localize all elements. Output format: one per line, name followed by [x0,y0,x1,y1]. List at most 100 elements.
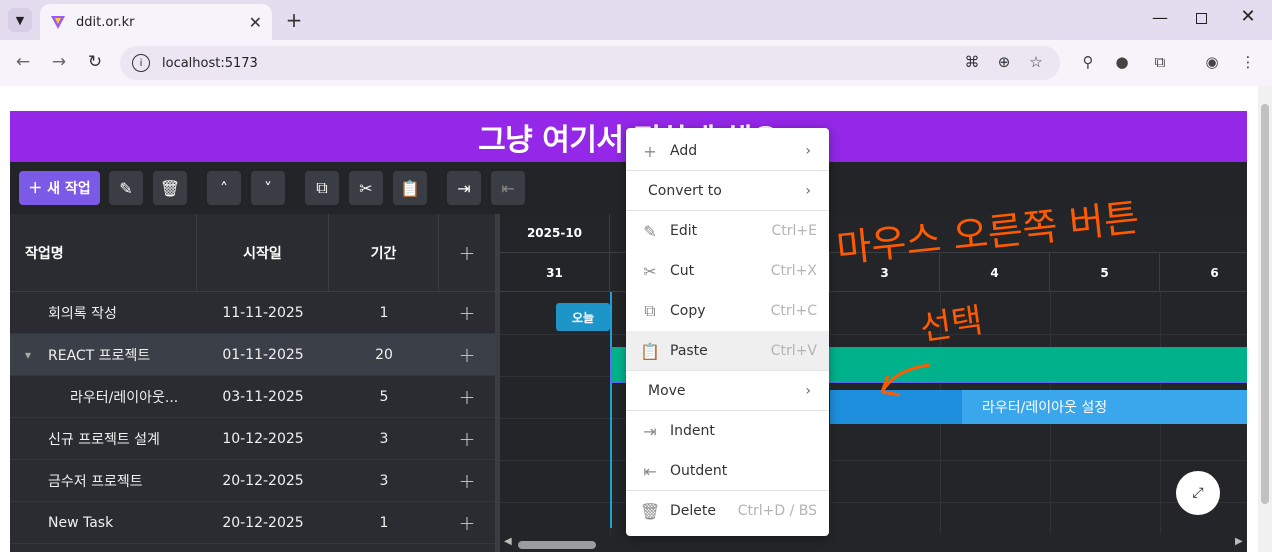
start-date-cell[interactable]: 03-11-2025 [197,376,329,417]
browser-menu-icon[interactable]: ⋮ [1238,53,1258,71]
task-name-cell[interactable]: 신규 프로젝트 설계 [48,418,193,459]
expand-toggle-icon[interactable] [25,292,45,333]
site-info-icon[interactable]: i [132,54,150,72]
extension-icon[interactable]: ⚲ [1078,53,1098,71]
add-column-plus-icon[interactable]: + [439,214,495,292]
chart-gridline-horizontal [500,460,1247,461]
table-row[interactable]: ▾ REACT 프로젝트 01-11-2025 20 + [10,334,495,376]
window-close-icon[interactable]: ✕ [1238,6,1258,27]
table-row[interactable]: 회의록 작성 11-11-2025 1 + [10,292,495,334]
add-subtask-plus-icon[interactable]: + [439,418,495,459]
table-row[interactable]: 라우터/레이아웃... 03-11-2025 5 + [10,376,495,418]
task-name-cell[interactable]: 금수저 프로젝트 [48,460,193,501]
page-scroll-thumb[interactable] [1261,104,1269,504]
paste-button[interactable]: 📋 [393,171,427,205]
tab-close-icon[interactable]: ✕ [249,13,262,32]
task-name-cell[interactable]: 라우터/레이아웃... [70,376,193,417]
page-vertical-scrollbar[interactable] [1258,86,1272,552]
tab-search-chevron-icon[interactable]: ▼ [8,8,32,32]
pencil-icon: ✎ [643,221,657,241]
table-row[interactable]: New Task 20-12-2025 1 + [10,502,495,544]
column-header-start[interactable]: 시작일 [197,214,329,292]
chevron-right-icon: › [805,143,811,159]
cut-button[interactable]: ✂ [349,171,383,205]
add-task-button[interactable]: ＋ 새 작업 [19,171,100,205]
expand-toggle-icon[interactable] [25,502,45,543]
start-date-cell[interactable]: 20-12-2025 [197,502,329,543]
menu-item-edit[interactable]: ✎ Edit Ctrl+E [626,211,829,251]
duration-cell[interactable]: 3 [329,418,439,459]
task-name-cell[interactable]: REACT 프로젝트 [48,334,193,375]
minimize-icon[interactable]: — [1150,8,1170,27]
menu-item-convert-to[interactable]: Convert to › [626,171,829,211]
new-tab-button[interactable]: + [284,8,304,32]
menu-item-move[interactable]: Move › [626,371,829,411]
menu-item-indent[interactable]: ⇥ Indent [626,411,829,451]
duration-cell[interactable]: 5 [329,376,439,417]
edit-button[interactable]: ✎ [109,171,143,205]
add-subtask-plus-icon[interactable]: + [439,460,495,501]
bookmark-star-icon[interactable]: ☆ [1026,53,1046,71]
chevron-right-icon: › [805,383,811,399]
delete-button[interactable]: 🗑 [153,171,187,205]
today-marker-line [610,292,612,528]
maximize-icon[interactable] [1196,13,1207,24]
column-header-name[interactable]: 작업명 [10,214,197,292]
task-bar-label[interactable]: 라우터/레이아웃 설정 [962,390,1247,424]
table-row[interactable]: 신규 프로젝트 설계 10-12-2025 3 + [10,418,495,460]
horizontal-scroll-thumb[interactable] [518,541,596,549]
start-date-cell[interactable]: 20-12-2025 [197,460,329,501]
expand-toggle-icon[interactable]: ▾ [25,334,45,375]
start-date-cell[interactable]: 10-12-2025 [197,418,329,459]
menu-item-add[interactable]: + Add › [626,131,829,171]
add-subtask-plus-icon[interactable]: + [439,502,495,543]
fullscreen-button[interactable]: ⤢ [1176,471,1220,515]
extensions-puzzle-icon[interactable]: ⧉ [1150,53,1170,71]
menu-item-label: Indent [670,423,715,439]
add-subtask-plus-icon[interactable]: + [439,292,495,333]
add-subtask-plus-icon[interactable]: + [439,376,495,417]
url-text[interactable]: localhost:5173 [162,56,258,71]
table-row[interactable]: 금수저 프로젝트 20-12-2025 3 + [10,460,495,502]
copy-button[interactable]: ⧉ [305,171,339,205]
expand-toggle-icon[interactable] [25,460,45,501]
menu-item-shortcut: Ctrl+C [770,303,817,319]
expand-toggle-icon[interactable] [25,376,45,417]
task-name-cell[interactable]: New Task [48,502,193,543]
scroll-right-arrow-icon[interactable]: ▶ [1235,536,1243,547]
menu-item-paste[interactable]: 📋 Paste Ctrl+V [626,331,829,371]
move-up-button[interactable]: ˄ [207,171,241,205]
chevron-down-icon: ˅ [264,178,272,198]
menu-item-outdent[interactable]: ⇤ Outdent [626,451,829,491]
menu-item-cut[interactable]: ✂ Cut Ctrl+X [626,251,829,291]
zoom-icon[interactable]: ⊕ [994,53,1014,71]
address-bar[interactable]: i localhost:5173 ⌘ ⊕ ☆ [120,46,1060,80]
back-icon[interactable]: ← [12,52,34,72]
task-name-cell[interactable]: 회의록 작성 [48,292,193,333]
outdent-icon: ⇤ [501,178,515,198]
day-label: 6 [1160,253,1247,292]
browser-tab[interactable]: ddit.or.kr ✕ [40,4,272,40]
outdent-button[interactable]: ⇤ [491,171,525,205]
add-subtask-plus-icon[interactable]: + [439,334,495,375]
duration-cell[interactable]: 1 [329,502,439,543]
reload-icon[interactable]: ↻ [84,52,106,72]
start-date-cell[interactable]: 01-11-2025 [197,334,329,375]
column-header-duration[interactable]: 기간 [329,214,439,292]
move-down-button[interactable]: ˅ [251,171,285,205]
duration-cell[interactable]: 1 [329,292,439,333]
horizontal-scrollbar[interactable]: ◀ ▶ [500,534,1247,552]
translate-icon[interactable]: ⌘ [962,53,982,71]
expand-toggle-icon[interactable] [25,418,45,459]
duration-cell[interactable]: 3 [329,460,439,501]
scroll-left-arrow-icon[interactable]: ◀ [504,536,512,547]
forward-icon[interactable]: → [48,52,70,72]
menu-item-copy[interactable]: ⧉ Copy Ctrl+C [626,291,829,331]
extension-badge-icon[interactable]: ● [1112,53,1132,71]
duration-cell[interactable]: 20 [329,334,439,375]
start-date-cell[interactable]: 11-11-2025 [197,292,329,333]
profile-icon[interactable]: ◉ [1202,53,1222,71]
chevron-up-icon: ˄ [220,178,228,198]
menu-item-delete[interactable]: 🗑 Delete Ctrl+D / BS [626,491,829,531]
indent-button[interactable]: ⇥ [447,171,481,205]
